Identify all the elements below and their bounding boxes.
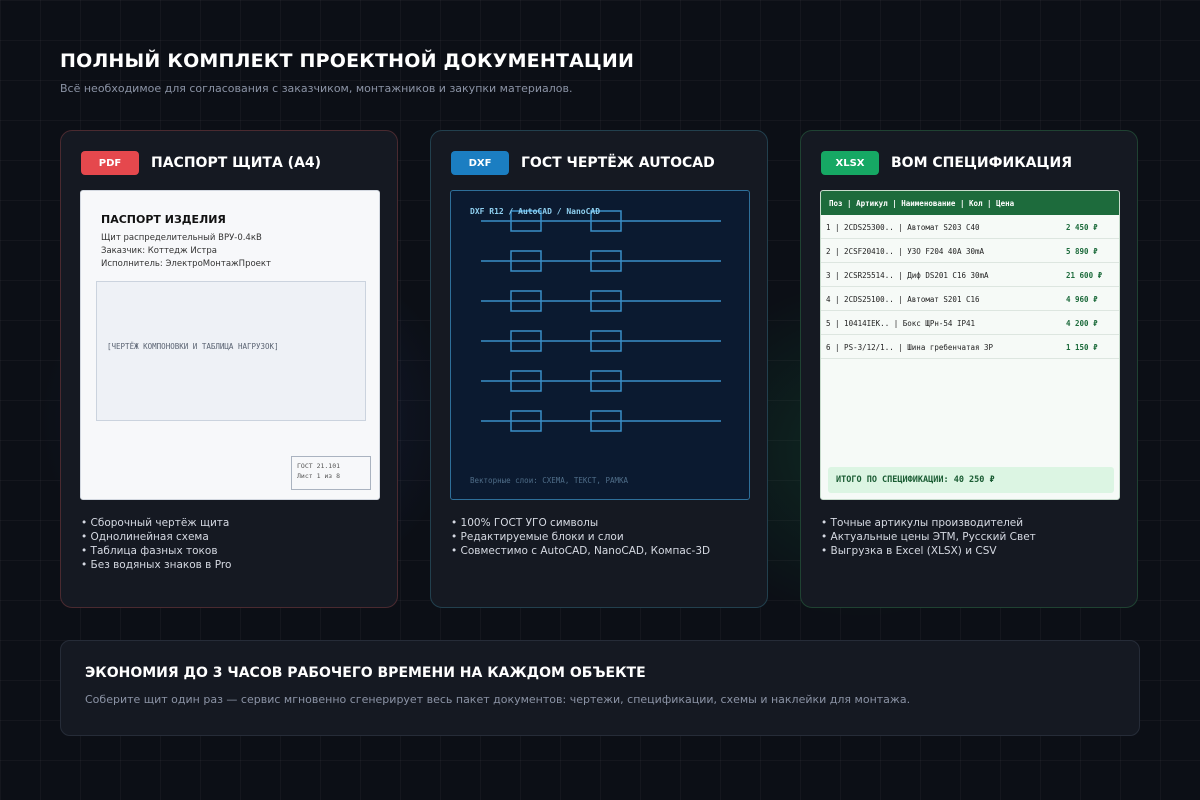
passport-heading: ПАСПОРТ ИЗДЕЛИЯ [101,213,226,226]
feature-item: • Однолинейная схема [81,531,209,543]
xlsx-feature-list: • Точные артикулы производителей • Актуа… [821,516,1036,558]
row-price: 1 150 ₽ [1066,343,1098,352]
feature-item: • Совместимо с AutoCAD, NanoCAD, Компас-… [451,545,711,557]
feature-item: • Точные артикулы производителей [821,517,1024,529]
xlsx-badge: XLSX [821,151,879,175]
row-text: 2 | 2CSF20410.. | УЗО F204 40A 30mA [826,247,985,256]
feature-item: • Актуальные цены ЭТМ, Русский Свет [821,531,1036,543]
pdf-preview: ПАСПОРТ ИЗДЕЛИЯ Щит распределительный ВР… [80,190,380,500]
dxf-badge: DXF [451,151,509,175]
feature-item: • Таблица фазных токов [81,545,218,557]
table-row: 3 | 2CSR25514.. | Диф DS201 C16 30mA 21 … [821,263,1119,287]
page-title: ПОЛНЫЙ КОМПЛЕКТ ПРОЕКТНОЙ ДОКУМЕНТАЦИИ [60,50,635,72]
banner-title: ЭКОНОМИЯ ДО 3 ЧАСОВ РАБОЧЕГО ВРЕМЕНИ НА … [85,665,646,681]
row-price: 4 960 ₽ [1066,295,1098,304]
layout-drawing-placeholder: [ЧЕРТЁЖ КОМПОНОВКИ И ТАБЛИЦА НАГРУЗОК] [96,281,366,421]
table-row: 5 | 10414IEK.. | Бокс ЩРн-54 IP41 4 200 … [821,311,1119,335]
row-price: 4 200 ₽ [1066,319,1098,328]
stamp-line: Лист 1 из 8 [297,472,341,480]
feature-item: • 100% ГОСТ УГО символы [451,517,599,529]
stamp-line: ГОСТ 21.101 [297,462,341,470]
table-row: 4 | 2CDS25100.. | Автомат S201 C16 4 960… [821,287,1119,311]
table-row: 2 | 2CSF20410.. | УЗО F204 40A 30mA 5 89… [821,239,1119,263]
card-pdf-passport[interactable]: PDF ПАСПОРТ ЩИТА (А4) ПАСПОРТ ИЗДЕЛИЯ Щи… [60,130,398,608]
dxf-card-title: ГОСТ ЧЕРТЁЖ AUTOCAD [521,155,715,171]
feature-item: • Сборочный чертёж щита [81,517,230,529]
feature-item: • Редактируемые блоки и слои [451,531,624,543]
dxf-feature-list: • 100% ГОСТ УГО символы • Редактируемые … [451,516,710,558]
passport-line: Щит распределительный ВРУ-0.4кВ [101,233,262,243]
card-xlsx-bom[interactable]: XLSX BOM СПЕЦИФИКАЦИЯ Поз | Артикул | На… [800,130,1138,608]
pdf-badge: PDF [81,151,139,175]
row-text: 3 | 2CSR25514.. | Диф DS201 C16 30mA [826,271,989,280]
row-text: 1 | 2CDS25300.. | Автомат S203 C40 [826,223,980,232]
title-block-stamp: ГОСТ 21.101 Лист 1 из 8 [291,456,371,490]
passport-line: Заказчик: Коттедж Истра [101,246,217,256]
passport-line: Исполнитель: ЭлектроМонтажПроект [101,259,271,269]
table-header: Поз | Артикул | Наименование | Кол | Цен… [821,191,1119,215]
xlsx-preview: Поз | Артикул | Наименование | Кол | Цен… [820,190,1120,500]
row-price: 5 890 ₽ [1066,247,1098,256]
dxf-preview: DXF R12 / AutoCAD / NanoCAD Векторные сл… [450,190,750,500]
table-row: 6 | PS-3/12/1.. | Шина гребенчатая 3P 1 … [821,335,1119,359]
spec-total: ИТОГО ПО СПЕЦИФИКАЦИИ: 40 250 ₽ [828,467,1114,493]
card-dxf-drawing[interactable]: DXF ГОСТ ЧЕРТЁЖ AUTOCAD DXF R12 / AutoCA… [430,130,768,608]
savings-banner: ЭКОНОМИЯ ДО 3 ЧАСОВ РАБОЧЕГО ВРЕМЕНИ НА … [60,640,1140,736]
row-price: 2 450 ₽ [1066,223,1098,232]
feature-item: • Выгрузка в Excel (XLSX) и CSV [821,545,997,557]
schematic-lines [481,210,721,432]
banner-text: Соберите щит один раз — сервис мгновенно… [85,693,911,706]
drawing-label: [ЧЕРТЁЖ КОМПОНОВКИ И ТАБЛИЦА НАГРУЗОК] [107,342,279,351]
pdf-card-title: ПАСПОРТ ЩИТА (А4) [151,155,322,171]
table-row: 1 | 2CDS25300.. | Автомат S203 C40 2 450… [821,215,1119,239]
page-subtitle: Всё необходимое для согласования с заказ… [60,82,573,95]
row-price: 21 600 ₽ [1066,271,1103,280]
row-text: 6 | PS-3/12/1.. | Шина гребенчатая 3P [826,343,994,352]
xlsx-card-title: BOM СПЕЦИФИКАЦИЯ [891,155,1073,171]
dxf-header-text: DXF R12 / AutoCAD / NanoCAD [470,207,601,216]
row-text: 4 | 2CDS25100.. | Автомат S201 C16 [826,295,980,304]
row-text: 5 | 10414IEK.. | Бокс ЩРн-54 IP41 [826,319,976,328]
pdf-feature-list: • Сборочный чертёж щита • Однолинейная с… [81,516,231,572]
dxf-layers-text: Векторные слои: СХЕМА, ТЕКСТ, РАМКА [470,476,629,485]
feature-item: • Без водяных знаков в Pro [81,559,232,571]
